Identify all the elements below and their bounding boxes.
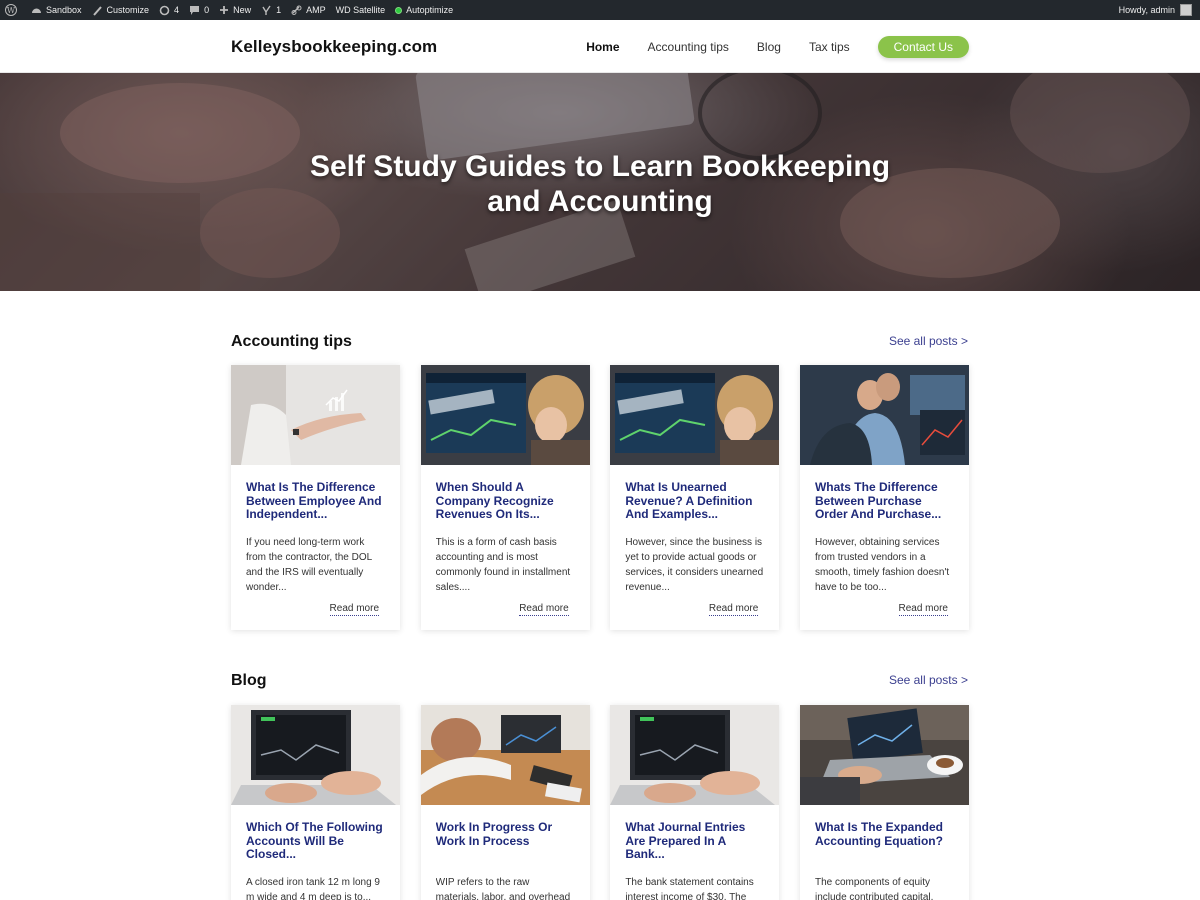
post-excerpt: This is a form of cash basis accounting … <box>435 537 571 593</box>
post-title[interactable]: What Is The Expanded Accounting Equation… <box>815 821 954 861</box>
post-thumbnail-laptop-chart[interactable] <box>231 705 400 805</box>
post-title[interactable]: What Is The Difference Between Employee … <box>246 481 385 521</box>
post-title[interactable]: Whats The Difference Between Purchase Or… <box>815 481 954 521</box>
post-title[interactable]: What Journal Entries Are Prepared In A B… <box>625 821 764 861</box>
admin-yoast-link[interactable]: 1 <box>256 0 286 20</box>
post-title[interactable]: When Should A Company Recognize Revenues… <box>436 481 575 521</box>
status-dot-icon <box>395 6 403 14</box>
nav-item-accounting-tips[interactable]: Accounting tips <box>648 35 729 59</box>
admin-updates-link[interactable]: 4 <box>154 0 184 20</box>
admin-amp-label: AMP <box>306 5 326 15</box>
comment-icon <box>190 5 200 15</box>
admin-bar: W Sandbox Customize 4 0 New 1 AMP WD Sat… <box>0 0 1200 20</box>
hero-title: Self Study Guides to Learn Bookkeeping a… <box>309 150 891 218</box>
post-thumbnail-traders[interactable] <box>799 365 969 465</box>
admin-site-link[interactable]: Sandbox <box>26 0 87 20</box>
link-icon <box>291 5 302 15</box>
read-more-link[interactable]: Read more <box>898 602 948 616</box>
plus-icon <box>220 6 229 14</box>
admin-updates-count: 4 <box>174 5 180 15</box>
read-more-link[interactable]: Read more <box>708 602 759 616</box>
post-card[interactable]: Which Of The Following Accounts Will Be … <box>231 705 400 900</box>
admin-customize-link[interactable]: Customize <box>87 0 155 20</box>
post-excerpt: The bank statement contains interest inc… <box>625 877 754 900</box>
brush-icon <box>92 5 102 16</box>
see-all-accounting-tips-link[interactable]: See all posts > <box>889 334 968 348</box>
dashboard-icon <box>32 8 41 13</box>
admin-howdy-label: Howdy, admin <box>1118 5 1175 15</box>
nav-item-tax-tips[interactable]: Tax tips <box>809 35 850 59</box>
section-title-blog: Blog <box>231 672 267 689</box>
contact-us-button[interactable]: Contact Us <box>877 36 969 58</box>
admin-satellite-link[interactable]: WD Satellite <box>331 0 391 20</box>
admin-autoptimize-label: Autoptimize <box>406 5 454 15</box>
post-excerpt: However, obtaining services from trusted… <box>814 537 950 593</box>
accounting-tips-cards: What Is The Difference Between Employee … <box>231 365 969 630</box>
post-card[interactable]: What Is Unearned Revenue? A Definition A… <box>610 365 780 630</box>
admin-comments-link[interactable]: 0 <box>184 0 214 20</box>
post-thumbnail-laptop-coffee[interactable] <box>799 705 969 805</box>
admin-autoptimize-link[interactable]: Autoptimize <box>390 0 458 20</box>
nav-item-home[interactable]: Home <box>586 35 619 59</box>
post-thumbnail-hand-chart[interactable] <box>231 365 400 465</box>
admin-amp-link[interactable]: AMP <box>286 0 331 20</box>
admin-new-link[interactable]: New <box>214 0 256 20</box>
nav-item-blog[interactable]: Blog <box>757 35 781 59</box>
post-card[interactable]: Whats The Difference Between Purchase Or… <box>799 365 969 630</box>
post-title[interactable]: Which Of The Following Accounts Will Be … <box>246 821 385 861</box>
post-card[interactable]: When Should A Company Recognize Revenues… <box>420 365 590 630</box>
post-title[interactable]: Work In Progress Or Work In Process <box>436 821 575 861</box>
post-excerpt: If you need long-term work from the cont… <box>246 537 372 593</box>
post-card[interactable]: What Is The Difference Between Employee … <box>231 365 400 630</box>
admin-customize-label: Customize <box>106 5 150 15</box>
admin-new-label: New <box>233 5 252 15</box>
blog-cards: Which Of The Following Accounts Will Be … <box>231 705 969 900</box>
post-excerpt: However, since the business is yet to pr… <box>625 537 764 593</box>
post-title[interactable]: What Is Unearned Revenue? A Definition A… <box>625 481 764 521</box>
post-excerpt: The components of equity include contrib… <box>814 877 934 900</box>
admin-site-label: Sandbox <box>46 5 82 15</box>
see-all-blog-link[interactable]: See all posts > <box>889 673 968 687</box>
post-thumbnail-tired-worker[interactable] <box>420 705 590 805</box>
post-card[interactable]: Work In Progress Or Work In Process WIP … <box>420 705 590 900</box>
site-logo[interactable]: Kelleysbookkeeping.com <box>231 37 437 57</box>
read-more-link[interactable]: Read more <box>519 602 569 616</box>
admin-yoast-count: 1 <box>276 5 282 15</box>
post-thumbnail-laptop-chart[interactable] <box>610 705 780 805</box>
read-more-link[interactable]: Read more <box>329 602 379 616</box>
svg-text:W: W <box>7 6 16 15</box>
hero-banner: Self Study Guides to Learn Bookkeeping a… <box>0 73 1200 291</box>
post-excerpt: WIP refers to the raw materials, labor, … <box>435 877 571 900</box>
yoast-icon <box>262 5 271 15</box>
post-thumbnail-stock-market[interactable] <box>420 365 590 465</box>
site-header: Kelleysbookkeeping.com Home Accounting t… <box>0 20 1200 73</box>
post-card[interactable]: What Journal Entries Are Prepared In A B… <box>610 705 780 900</box>
wordpress-logo-icon[interactable]: W <box>0 0 26 20</box>
main-nav: Home Accounting tips Blog Tax tips Conta… <box>558 35 969 59</box>
section-title-accounting-tips: Accounting tips <box>231 333 352 350</box>
admin-account-menu[interactable]: Howdy, admin <box>1119 0 1192 20</box>
post-thumbnail-stock-market[interactable] <box>610 365 780 465</box>
post-card[interactable]: What Is The Expanded Accounting Equation… <box>799 705 969 900</box>
admin-comments-count: 0 <box>204 5 210 15</box>
admin-satellite-label: WD Satellite <box>335 5 386 15</box>
avatar <box>1180 4 1192 16</box>
post-excerpt: A closed iron tank 12 m long 9 m wide an… <box>246 877 380 900</box>
updates-icon <box>159 5 170 15</box>
